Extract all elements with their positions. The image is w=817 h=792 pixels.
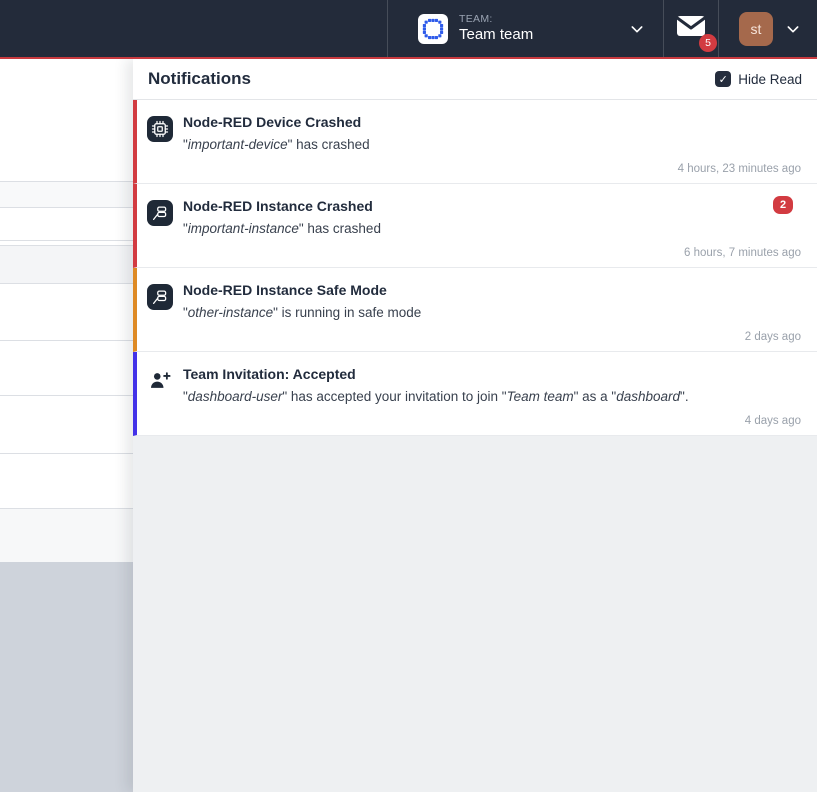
notification-timestamp: 4 days ago	[745, 415, 801, 427]
hide-read-toggle[interactable]: ✓ Hide Read	[715, 71, 802, 87]
notification-message: "other-instance" is running in safe mode	[183, 305, 421, 320]
user-avatar: st	[739, 12, 773, 46]
notification-item[interactable]: Node-RED Instance Safe Mode "other-insta…	[133, 268, 817, 352]
team-name-label: Team team	[459, 26, 618, 45]
checkbox-checked-icon[interactable]: ✓	[715, 71, 731, 87]
notification-item[interactable]: Node-RED Instance Crashed "important-ins…	[133, 184, 817, 268]
panel-title: Notifications	[148, 69, 251, 89]
notification-body: Team Invitation: Accepted "dashboard-use…	[183, 365, 689, 427]
top-navbar: TEAM: Team team 5 st	[0, 0, 817, 57]
user-add-icon	[147, 368, 173, 394]
notification-message: "important-instance" has crashed	[183, 221, 381, 236]
notification-timestamp: 2 days ago	[745, 331, 801, 343]
notification-title: Node-RED Instance Crashed	[183, 198, 381, 214]
notification-message: "important-device" has crashed	[183, 137, 370, 152]
notification-item[interactable]: Team Invitation: Accepted "dashboard-use…	[133, 352, 817, 436]
notifications-panel: Notifications ✓ Hide Read	[133, 59, 817, 792]
unread-count-badge: 2	[773, 196, 793, 214]
notification-item[interactable]: Node-RED Device Crashed "important-devic…	[133, 100, 817, 184]
instance-icon	[147, 200, 173, 226]
notifications-panel-header: Notifications ✓ Hide Read	[133, 59, 817, 100]
notification-body: Node-RED Device Crashed "important-devic…	[183, 113, 370, 175]
device-icon	[147, 116, 173, 142]
team-switcher-text: TEAM: Team team	[459, 13, 618, 45]
chevron-down-icon	[629, 21, 645, 37]
notification-body: Node-RED Instance Crashed "important-ins…	[183, 197, 381, 259]
notification-timestamp: 6 hours, 7 minutes ago	[684, 247, 801, 259]
team-avatar-icon	[418, 14, 448, 44]
hide-read-label: Hide Read	[738, 72, 802, 87]
notification-timestamp: 4 hours, 23 minutes ago	[678, 163, 801, 175]
app-window: TEAM: Team team 5 st	[0, 0, 817, 792]
notification-title: Team Invitation: Accepted	[183, 366, 689, 382]
mail-icon: 5	[676, 14, 706, 43]
notification-title: Node-RED Instance Safe Mode	[183, 282, 421, 298]
team-kicker-label: TEAM:	[459, 13, 618, 26]
unread-mail-badge: 5	[699, 34, 717, 52]
notification-message: "dashboard-user" has accepted your invit…	[183, 389, 689, 404]
notification-list: Node-RED Device Crashed "important-devic…	[133, 100, 817, 436]
chevron-down-icon	[785, 21, 801, 37]
team-switcher-button[interactable]: TEAM: Team team	[387, 0, 663, 57]
user-menu-button[interactable]: st	[718, 0, 817, 57]
notifications-inbox-button[interactable]: 5	[663, 0, 718, 57]
instance-icon	[147, 284, 173, 310]
notification-body: Node-RED Instance Safe Mode "other-insta…	[183, 281, 421, 343]
notification-title: Node-RED Device Crashed	[183, 114, 370, 130]
navbar-accent-divider	[0, 57, 817, 59]
